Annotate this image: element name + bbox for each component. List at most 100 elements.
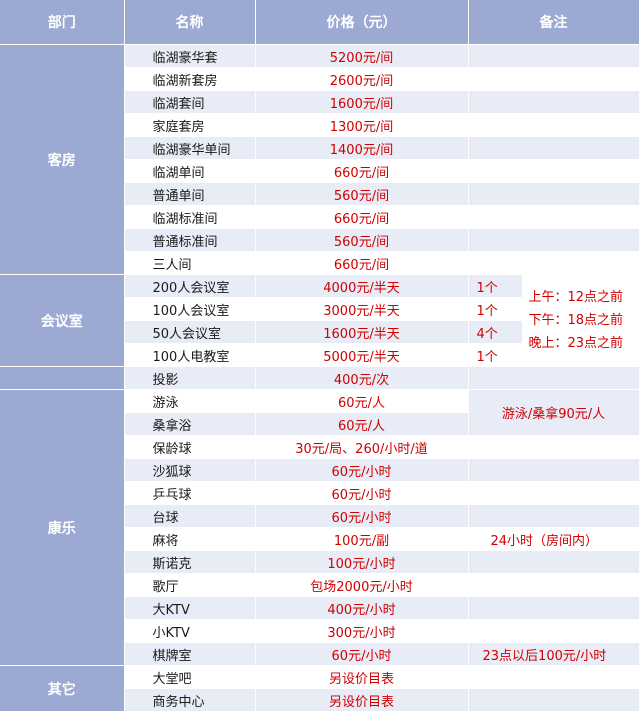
item-remark (468, 228, 639, 252)
item-name: 沙狐球 (124, 458, 256, 482)
dept-other: 其它 (0, 665, 125, 712)
table-row: 投影 400元/次 (0, 366, 639, 390)
item-price: 60元/小时 (255, 481, 469, 505)
item-name: 临湖豪华单间 (124, 136, 256, 160)
item-name: 保龄球 (124, 435, 256, 459)
item-price: 100元/副 (255, 527, 469, 551)
item-remark (468, 550, 639, 574)
item-price: 3000元/半天 (255, 297, 469, 321)
item-remark (468, 366, 639, 390)
note-line: 上午：12点之前 (528, 290, 624, 305)
item-price: 400元/小时 (255, 596, 469, 620)
table-row: 会议室 200人会议室 4000元/半天 1个 上午：12点之前 下午：18点之… (0, 274, 639, 367)
item-name: 大堂吧 (124, 665, 256, 689)
item-price: 5200元/间 (255, 44, 469, 68)
item-remark (468, 665, 639, 689)
item-remark (468, 44, 639, 68)
header-price: 价格（元） (255, 0, 469, 45)
item-name: 乒乓球 (124, 481, 256, 505)
item-remark (468, 481, 639, 505)
item-price: 560元/间 (255, 228, 469, 252)
item-name: 100人会议室 (124, 297, 256, 321)
item-name: 50人会议室 (124, 320, 256, 344)
item-name: 临湖单间 (124, 159, 256, 183)
item-remark (468, 67, 639, 91)
item-name: 投影 (124, 366, 256, 390)
item-remark (468, 435, 639, 459)
item-name: 普通单间 (124, 182, 256, 206)
item-name: 普通标准间 (124, 228, 256, 252)
item-price: 300元/小时 (255, 619, 469, 643)
item-remark (468, 619, 639, 643)
item-remark (468, 596, 639, 620)
item-price: 另设价目表 (255, 688, 469, 712)
item-price: 400元/次 (255, 366, 469, 390)
item-price: 60元/小时 (255, 504, 469, 528)
table-row: 客房 临湖豪华套 5200元/间 (0, 44, 639, 275)
item-remark (468, 182, 639, 206)
item-name: 小KTV (124, 619, 256, 643)
item-name: 100人电教室 (124, 343, 256, 367)
item-price: 60元/小时 (255, 458, 469, 482)
item-name: 临湖豪华套 (124, 44, 256, 68)
item-price: 560元/间 (255, 182, 469, 206)
item-remark: 24小时（房间内） (468, 527, 639, 551)
item-price: 2600元/间 (255, 67, 469, 91)
price-table: 部门 名称 价格（元） 备注 客房 临湖豪华套 5200元/间 临湖新套房 26… (0, 0, 639, 712)
item-name: 台球 (124, 504, 256, 528)
item-remark (468, 159, 639, 183)
item-price: 660元/间 (255, 205, 469, 229)
header-dept: 部门 (0, 0, 125, 45)
item-remark: 4个 (468, 320, 523, 344)
item-price: 5000元/半天 (255, 343, 469, 367)
dept-guest-rooms: 客房 (0, 44, 125, 275)
item-remark: 1个 (468, 297, 523, 321)
item-name: 家庭套房 (124, 113, 256, 137)
item-name: 三人间 (124, 251, 256, 275)
note-line: 晚上：23点之前 (528, 336, 624, 351)
item-price: 60元/人 (255, 412, 469, 436)
item-name: 临湖套间 (124, 90, 256, 114)
item-remark (468, 136, 639, 160)
item-remark (468, 205, 639, 229)
item-name: 麻将 (124, 527, 256, 551)
item-price: 4000元/半天 (255, 274, 469, 298)
table-row: 其它 大堂吧 另设价目表 (0, 665, 639, 712)
item-name: 200人会议室 (124, 274, 256, 298)
item-name: 临湖新套房 (124, 67, 256, 91)
item-remark: 1个 (468, 274, 523, 298)
dept-recreation: 康乐 (0, 389, 125, 666)
item-price: 1600元/间 (255, 90, 469, 114)
item-price: 60元/小时 (255, 642, 469, 666)
dept-meeting-rooms: 会议室 (0, 274, 125, 367)
item-remark (468, 251, 639, 275)
item-price: 1300元/间 (255, 113, 469, 137)
item-remark: 1个 (468, 343, 523, 367)
header-name: 名称 (124, 0, 256, 45)
item-name: 歌厅 (124, 573, 256, 597)
item-remark (468, 113, 639, 137)
item-price: 60元/人 (255, 389, 469, 413)
item-price: 1400元/间 (255, 136, 469, 160)
item-remark (468, 90, 639, 114)
item-price: 30元/局、260/小时/道 (255, 435, 469, 459)
item-remark: 23点以后100元/小时 (468, 642, 639, 666)
meeting-hours-note: 上午：12点之前 下午：18点之前 晚上：23点之前 (522, 274, 639, 367)
item-price: 660元/间 (255, 251, 469, 275)
item-name: 斯诺克 (124, 550, 256, 574)
note-line: 下午：18点之前 (528, 313, 624, 328)
item-name: 游泳 (124, 389, 256, 413)
item-name: 大KTV (124, 596, 256, 620)
item-price: 另设价目表 (255, 665, 469, 689)
item-name: 桑拿浴 (124, 412, 256, 436)
item-remark (468, 688, 639, 712)
item-remark (468, 504, 639, 528)
item-price: 包场2000元/小时 (255, 573, 469, 597)
item-price: 1600元/半天 (255, 320, 469, 344)
item-remark (468, 458, 639, 482)
table-row: 康乐 游泳 60元/人 游泳/桑拿90元/人 (0, 389, 639, 666)
item-price: 660元/间 (255, 159, 469, 183)
item-name: 商务中心 (124, 688, 256, 712)
header-remark: 备注 (468, 0, 639, 45)
item-remark (468, 573, 639, 597)
